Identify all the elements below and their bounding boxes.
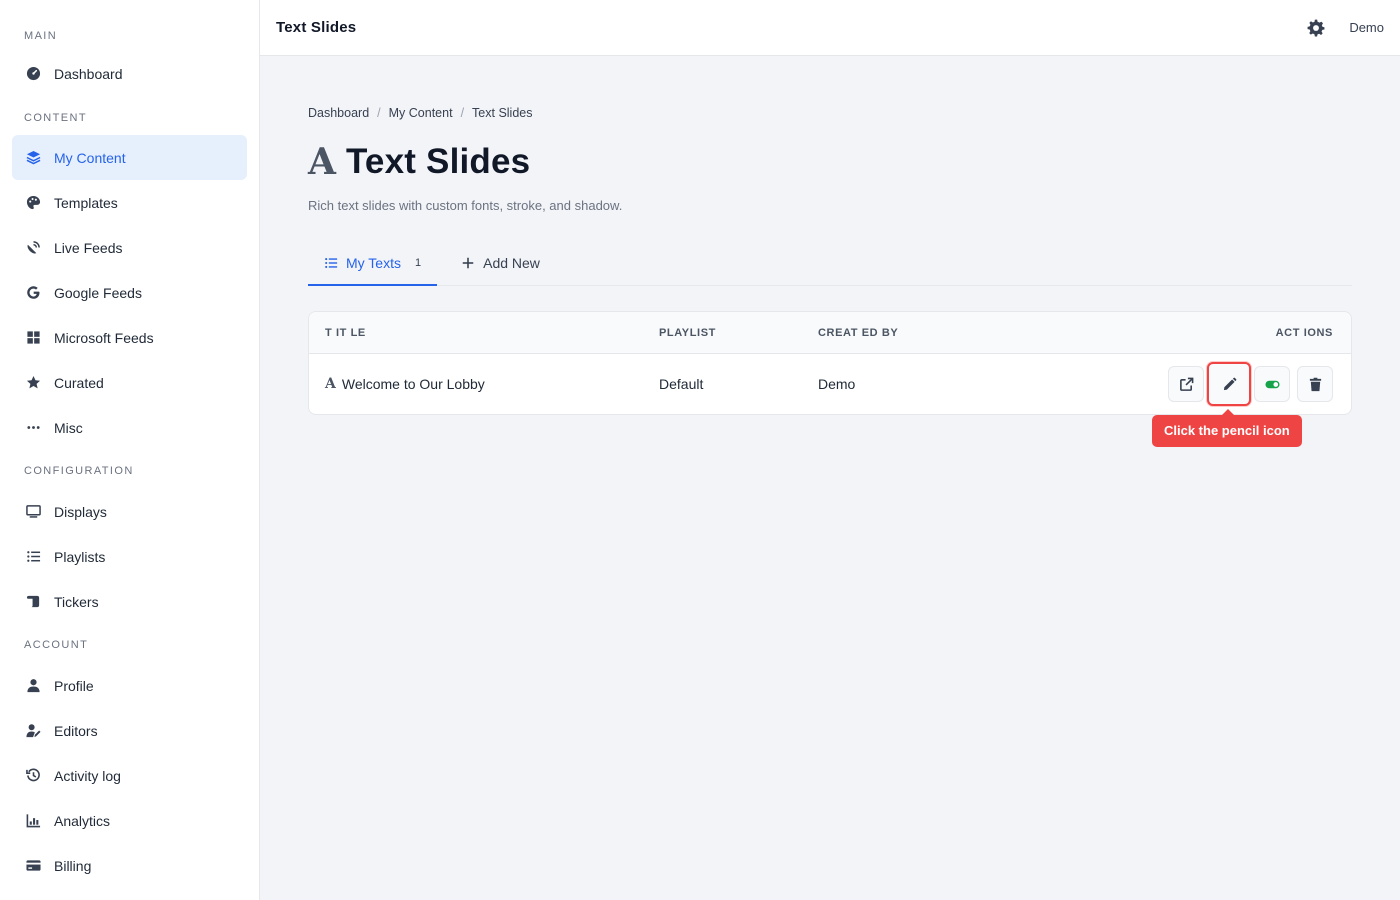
chart-icon <box>24 812 42 830</box>
delete-button[interactable] <box>1297 366 1333 402</box>
tab-my-texts[interactable]: My Texts 1 <box>308 242 438 286</box>
page-title: A Text Slides <box>308 140 1352 184</box>
monitor-icon <box>24 503 42 521</box>
sidebar-item-label: Templates <box>54 194 118 211</box>
tab-label: Add New <box>483 255 540 271</box>
sidebar-item-curated[interactable]: Curated <box>12 360 247 405</box>
open-external-button[interactable] <box>1168 366 1204 402</box>
section-label-main: MAIN <box>24 30 58 42</box>
main-content: Dashboard / My Content / Text Slides A T… <box>308 56 1352 447</box>
trash-icon <box>1309 377 1321 391</box>
text-slide-icon: A <box>308 141 336 183</box>
user-menu[interactable]: Demo <box>1349 20 1384 35</box>
sidebar-item-label: Live Feeds <box>54 239 123 256</box>
section-label-configuration: CONFIGURATION <box>24 465 134 477</box>
sidebar-item-label: Misc <box>54 419 83 436</box>
layers-icon <box>24 149 42 167</box>
row-title-cell: A Welcome to Our Lobby <box>309 376 659 392</box>
palette-icon <box>24 194 42 212</box>
sidebar-item-displays[interactable]: Displays <box>12 489 247 534</box>
star-icon <box>24 374 42 392</box>
credit-card-icon <box>24 857 42 875</box>
page-subtitle: Rich text slides with custom fonts, stro… <box>308 198 623 213</box>
sidebar-item-profile[interactable]: Profile <box>12 663 247 708</box>
sidebar-item-editors[interactable]: Editors <box>12 708 247 753</box>
windows-icon <box>24 329 42 347</box>
sidebar-item-playlists[interactable]: Playlists <box>12 534 247 579</box>
sidebar-item-label: Playlists <box>54 548 106 565</box>
breadcrumb-item-dashboard[interactable]: Dashboard <box>308 106 369 120</box>
list-icon <box>325 258 338 268</box>
tab-count-badge: 1 <box>414 257 422 269</box>
toggle-icon <box>1264 380 1280 388</box>
sidebar-item-billing[interactable]: Billing <box>12 843 247 888</box>
sidebar-item-label: Editors <box>54 722 98 739</box>
table-row: A Welcome to Our Lobby Default Demo Clic… <box>309 354 1351 447</box>
table-header: T IT LE PLAYLIST CREAT ED BY ACT IONS <box>309 312 1351 354</box>
sidebar-item-google-feeds[interactable]: Google Feeds <box>12 270 247 315</box>
sidebar-item-label: Profile <box>54 677 94 694</box>
sidebar-item-live-feeds[interactable]: Live Feeds <box>12 225 247 270</box>
toggle-active-button[interactable] <box>1254 366 1290 402</box>
row-actions <box>1151 362 1351 406</box>
column-header-playlist[interactable]: PLAYLIST <box>659 327 818 339</box>
sidebar-item-label: Displays <box>54 503 107 520</box>
plus-icon <box>462 257 474 269</box>
list-icon <box>24 548 42 566</box>
section-label-content: CONTENT <box>24 112 87 124</box>
gear-icon[interactable] <box>1307 19 1325 37</box>
sidebar-item-label: My Content <box>54 149 126 166</box>
tooltip: Click the pencil icon <box>1152 409 1302 447</box>
history-icon <box>24 767 42 785</box>
text-slide-icon: A <box>325 376 336 392</box>
tab-add-new[interactable]: Add New <box>445 241 556 285</box>
gauge-icon <box>24 65 42 83</box>
sidebar-item-tickers[interactable]: Tickers <box>12 579 247 624</box>
pencil-icon <box>1223 377 1236 390</box>
row-created-by: Demo <box>818 376 856 392</box>
breadcrumb: Dashboard / My Content / Text Slides <box>308 106 1352 120</box>
sidebar: MAIN Dashboard CONTENT My Content Templa… <box>0 0 260 900</box>
google-icon <box>24 284 42 302</box>
sidebar-item-my-content[interactable]: My Content <box>12 135 247 180</box>
user-pen-icon <box>24 722 42 740</box>
breadcrumb-separator: / <box>460 106 465 120</box>
user-icon <box>24 677 42 695</box>
open-external-icon <box>1179 377 1193 391</box>
sidebar-item-label: Curated <box>54 374 104 391</box>
sidebar-item-activity-log[interactable]: Activity log <box>12 753 247 798</box>
row-title: Welcome to Our Lobby <box>341 376 485 392</box>
scroll-icon <box>24 593 42 611</box>
sidebar-item-dashboard[interactable]: Dashboard <box>12 51 247 96</box>
tab-label: My Texts <box>346 255 401 271</box>
ellipsis-icon <box>24 419 42 437</box>
sidebar-item-label: Microsoft Feeds <box>54 329 154 346</box>
sidebar-item-microsoft-feeds[interactable]: Microsoft Feeds <box>12 315 247 360</box>
sidebar-item-label: Activity log <box>54 767 121 784</box>
section-label-account: ACCOUNT <box>24 639 89 651</box>
sidebar-item-label: Google Feeds <box>54 284 142 301</box>
column-header-actions: ACT IONS <box>1275 326 1333 339</box>
satellite-dish-icon <box>24 239 42 257</box>
topbar: Text Slides Demo <box>260 0 1400 56</box>
tabs: My Texts 1 Add New <box>308 242 1352 286</box>
edit-button[interactable] <box>1207 362 1251 406</box>
sidebar-item-label: Dashboard <box>54 65 123 82</box>
sidebar-item-misc[interactable]: Misc <box>12 405 247 450</box>
breadcrumb-separator: / <box>377 106 381 120</box>
sidebar-item-label: Billing <box>54 857 92 874</box>
row-playlist: Default <box>659 376 704 392</box>
sidebar-item-label: Analytics <box>54 812 111 829</box>
breadcrumb-item-my-content[interactable]: My Content <box>389 106 453 120</box>
breadcrumb-item-text-slides: Text Slides <box>472 106 533 120</box>
topbar-title: Text Slides <box>276 19 357 36</box>
sidebar-item-templates[interactable]: Templates <box>12 180 247 225</box>
sidebar-item-label: Tickers <box>54 593 99 610</box>
texts-table: T IT LE PLAYLIST CREAT ED BY ACT IONS A … <box>308 311 1352 447</box>
sidebar-item-analytics[interactable]: Analytics <box>12 798 247 843</box>
column-header-created-by[interactable]: CREAT ED BY <box>818 327 1151 339</box>
page-title-text: Text Slides <box>345 142 531 181</box>
column-header-title[interactable]: T IT LE <box>309 327 659 339</box>
